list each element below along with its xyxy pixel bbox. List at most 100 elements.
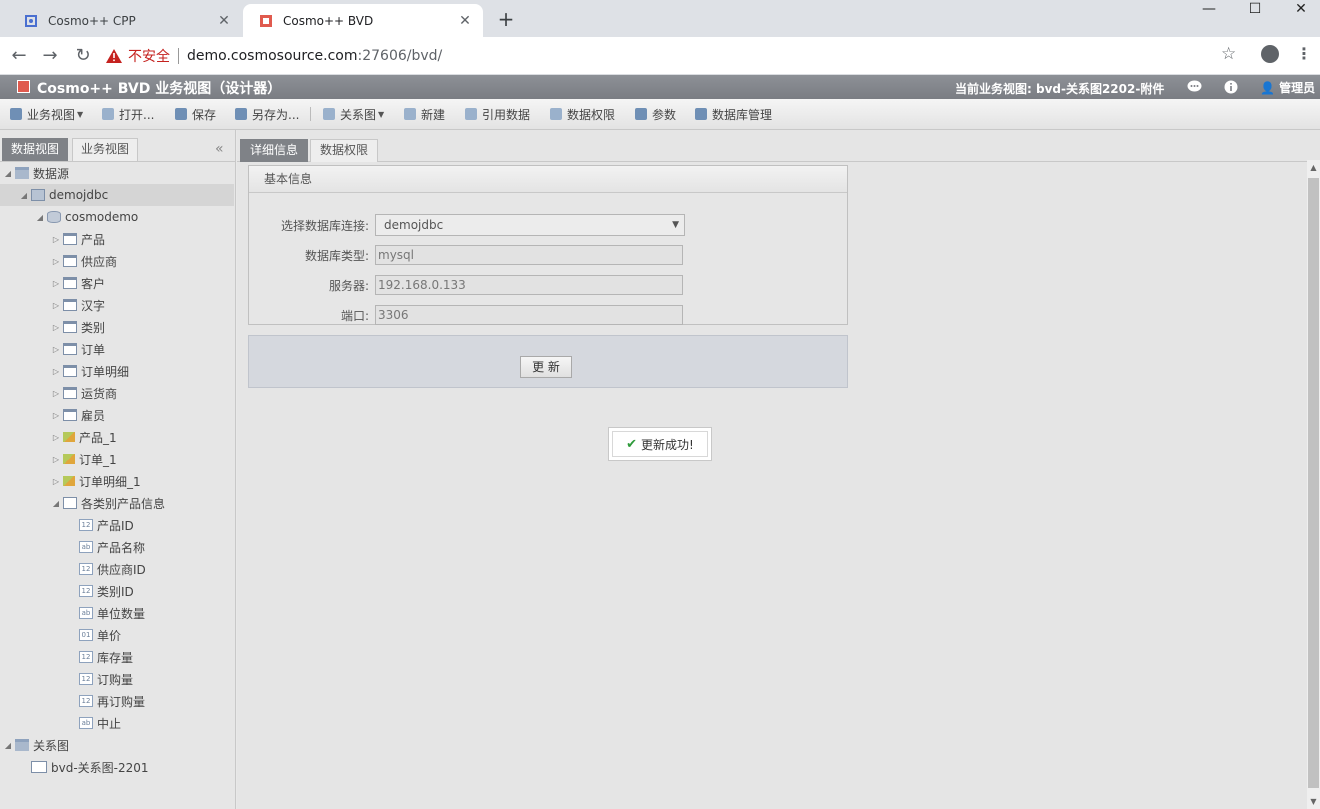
bookmark-star-icon[interactable]: ☆ <box>1221 44 1236 64</box>
tree-item[interactable]: ◢ 各类别产品信息 <box>0 492 234 514</box>
tree-item[interactable]: ▷ 产品 <box>0 228 234 250</box>
tree-item[interactable]: ▷ 订单明细_1 <box>0 470 234 492</box>
scroll-up-icon[interactable]: ▲ <box>1308 163 1319 172</box>
expanded-triangle-icon[interactable]: ◢ <box>3 169 13 178</box>
close-tab-icon[interactable]: ✕ <box>216 13 232 29</box>
tab-data-permission[interactable]: 数据权限 <box>310 139 379 162</box>
address-bar[interactable]: 不安全 demo.cosmosource.com:27606/bvd/ <box>106 42 1286 70</box>
chat-icon[interactable] <box>1187 80 1202 94</box>
tree-item[interactable]: ◢ 关系图 <box>0 734 234 756</box>
tree-item[interactable]: ▷ 汉字 <box>0 294 234 316</box>
tree-field-item[interactable]: ab 单位数量 <box>0 602 234 624</box>
expanded-triangle-icon[interactable]: ◢ <box>3 741 13 750</box>
tree-field-item[interactable]: 12 订购量 <box>0 668 234 690</box>
profile-avatar-icon[interactable] <box>1261 45 1279 63</box>
reference-data-button[interactable]: 引用数据 <box>465 105 530 123</box>
database-manage-button[interactable]: 数据库管理 <box>695 105 772 123</box>
open-button[interactable]: 打开... <box>102 105 154 123</box>
reload-icon[interactable]: ↻ <box>70 43 96 69</box>
browser-tab-cpp[interactable]: Cosmo++ CPP ✕ <box>8 4 242 37</box>
new-button[interactable]: 新建 <box>404 105 445 123</box>
collapse-panel-icon[interactable]: « <box>215 141 224 157</box>
tree-field-item[interactable]: 01 单价 <box>0 624 234 646</box>
collapsed-triangle-icon[interactable]: ▷ <box>51 455 61 464</box>
app-logo-icon <box>17 80 30 93</box>
tree-item[interactable]: ▷ 订单_1 <box>0 448 234 470</box>
server-field[interactable]: 192.168.0.133 <box>375 275 683 295</box>
tree-item[interactable]: ▷ 供应商 <box>0 250 234 272</box>
forward-icon[interactable]: → <box>37 43 63 69</box>
collapsed-triangle-icon[interactable]: ▷ <box>51 235 61 244</box>
tree-item[interactable]: ▷ 雇员 <box>0 404 234 426</box>
user-menu[interactable]: 👤 管理员 <box>1260 79 1315 96</box>
tree-item[interactable]: ▷ 客户 <box>0 272 234 294</box>
tree-field-item[interactable]: 12 库存量 <box>0 646 234 668</box>
tree-item[interactable]: ◢ cosmodemo <box>0 206 234 228</box>
back-icon[interactable]: ← <box>6 43 32 69</box>
parameters-button[interactable]: 参数 <box>635 105 676 123</box>
collapsed-triangle-icon[interactable]: ▷ <box>51 345 61 354</box>
left-tab-strip: 数据视图 业务视图 « <box>0 138 236 162</box>
tree-field-item[interactable]: 12 类别ID <box>0 580 234 602</box>
vertical-scrollbar[interactable]: ▲ ▼ <box>1307 160 1320 809</box>
tree-item[interactable]: ▷ 订单明细 <box>0 360 234 382</box>
close-tab-icon[interactable]: ✕ <box>457 13 473 29</box>
save-as-button[interactable]: 另存为... <box>235 105 299 123</box>
collapsed-triangle-icon[interactable]: ▷ <box>51 257 61 266</box>
tab-business-view[interactable]: 业务视图 <box>72 138 139 161</box>
update-button[interactable]: 更 新 <box>520 356 572 378</box>
tree-item-label: 订购量 <box>97 672 134 687</box>
field-icon: ab <box>79 717 93 729</box>
tree-item[interactable]: ▷ 类别 <box>0 316 234 338</box>
close-window-icon[interactable]: ✕ <box>1278 0 1320 20</box>
tree-item[interactable]: bvd-关系图-2201 <box>0 756 234 778</box>
info-icon[interactable] <box>1223 80 1238 94</box>
tree-item[interactable]: ▷ 运货商 <box>0 382 234 404</box>
new-tab-icon[interactable]: + <box>496 8 516 30</box>
url-text[interactable]: demo.cosmosource.com:27606/bvd/ <box>187 48 442 64</box>
collapsed-triangle-icon[interactable]: ▷ <box>51 279 61 288</box>
tab-data-view[interactable]: 数据视图 <box>2 138 69 161</box>
collapsed-triangle-icon[interactable]: ▷ <box>51 389 61 398</box>
expanded-triangle-icon[interactable]: ◢ <box>35 213 45 222</box>
success-toast: ✔ 更新成功! <box>608 427 712 461</box>
tree-item-label: 雇员 <box>81 408 106 423</box>
scroll-down-icon[interactable]: ▼ <box>1308 797 1319 806</box>
collapsed-triangle-icon[interactable]: ▷ <box>51 433 61 442</box>
tree-field-item[interactable]: 12 产品ID <box>0 514 234 536</box>
collapsed-triangle-icon[interactable]: ▷ <box>51 477 61 486</box>
tab-details[interactable]: 详细信息 <box>240 139 309 162</box>
tree-item[interactable]: ◢ demojdbc <box>0 184 234 206</box>
minimize-icon[interactable]: — <box>1186 0 1232 20</box>
tree-item[interactable]: ◢ 数据源 <box>0 162 234 184</box>
port-field[interactable]: 3306 <box>375 305 683 325</box>
db-connection-select[interactable]: demojdbc ▼ <box>375 214 685 236</box>
tree-item-label: 订单明细 <box>81 364 130 379</box>
collapsed-triangle-icon[interactable]: ▷ <box>51 301 61 310</box>
permission-icon <box>550 108 562 120</box>
port-row: 端口: 3306 <box>249 304 849 326</box>
expanded-triangle-icon[interactable]: ◢ <box>19 191 29 200</box>
business-view-menu[interactable]: 业务视图 ▼ <box>10 105 83 123</box>
diagram-menu[interactable]: 关系图 ▼ <box>323 105 384 123</box>
db-type-field[interactable]: mysql <box>375 245 683 265</box>
collapsed-triangle-icon[interactable]: ▷ <box>51 411 61 420</box>
browser-tab-bvd[interactable]: Cosmo++ BVD ✕ <box>243 4 483 37</box>
scrollbar-thumb[interactable] <box>1308 178 1319 788</box>
tree-field-item[interactable]: 12 再订购量 <box>0 690 234 712</box>
tree-field-item[interactable]: ab 产品名称 <box>0 536 234 558</box>
browser-menu-icon[interactable]: ⋮ <box>1296 44 1312 63</box>
tab-title: Cosmo++ BVD <box>283 13 374 28</box>
collapsed-triangle-icon[interactable]: ▷ <box>51 323 61 332</box>
field-icon: 12 <box>79 673 93 685</box>
save-button[interactable]: 保存 <box>175 105 216 123</box>
tree-item[interactable]: ▷ 订单 <box>0 338 234 360</box>
tree-field-item[interactable]: ab 中止 <box>0 712 234 734</box>
dropdown-caret-icon: ▼ <box>77 109 84 119</box>
expanded-triangle-icon[interactable]: ◢ <box>51 499 61 508</box>
maximize-icon[interactable]: ☐ <box>1232 0 1278 20</box>
collapsed-triangle-icon[interactable]: ▷ <box>51 367 61 376</box>
data-permission-button[interactable]: 数据权限 <box>550 105 615 123</box>
tree-field-item[interactable]: 12 供应商ID <box>0 558 234 580</box>
tree-item[interactable]: ▷ 产品_1 <box>0 426 234 448</box>
